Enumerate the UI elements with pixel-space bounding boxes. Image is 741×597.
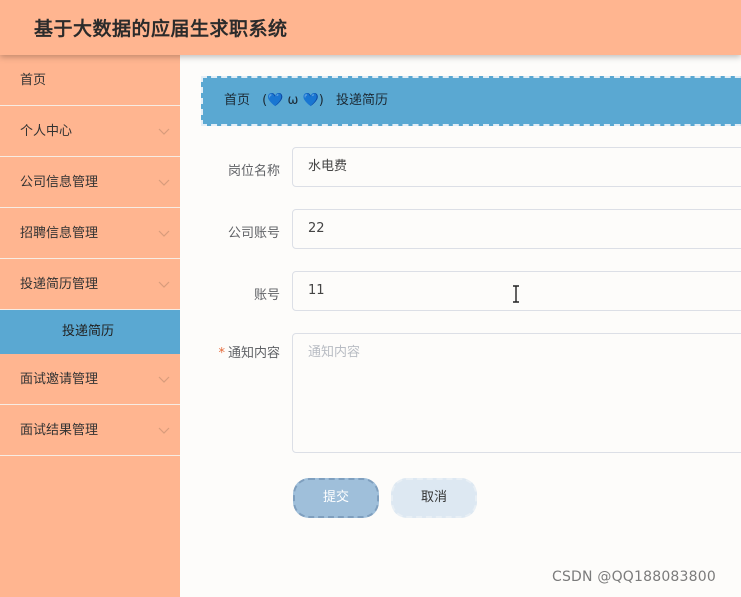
notification-content-label: * 通知内容: [218, 342, 280, 361]
chevron-down-icon: [158, 405, 170, 456]
company-account-label: 公司账号: [227, 226, 280, 241]
chevron-down-icon: [158, 106, 170, 157]
submit-button[interactable]: 提交: [293, 478, 379, 518]
notification-content-textarea[interactable]: [292, 333, 741, 453]
sidebar-item-home[interactable]: 首页: [0, 55, 180, 106]
breadcrumb-home[interactable]: 首页: [224, 93, 250, 108]
watermark: CSDN @QQ188083800: [552, 569, 716, 585]
cancel-button[interactable]: 取消: [391, 478, 477, 518]
chevron-down-icon: [158, 354, 170, 405]
sidebar-item-interview-invitations[interactable]: 面试邀请管理: [0, 354, 180, 405]
notification-content-label-text: 通知内容: [227, 346, 280, 361]
sidebar-item-recruitment-info[interactable]: 招聘信息管理: [0, 208, 180, 259]
breadcrumb-separator: (💙 ω 💙): [262, 93, 324, 108]
sidebar-item-label: 投递简历管理: [20, 277, 99, 292]
breadcrumb-current: 投递简历: [335, 93, 388, 108]
main-content: 首页 (💙 ω 💙) 投递简历 岗位名称 水电费 公司账号 22 账号 11 *…: [180, 55, 741, 597]
breadcrumb: 首页 (💙 ω 💙) 投递简历: [201, 76, 741, 126]
chevron-down-icon: [158, 208, 170, 259]
sidebar-item-label: 首页: [20, 73, 47, 88]
position-name-input[interactable]: 水电费: [292, 147, 741, 187]
required-asterisk: *: [218, 346, 225, 361]
sidebar-item-resume-management[interactable]: 投递简历管理: [0, 259, 180, 310]
sidebar-item-label: 招聘信息管理: [20, 226, 99, 241]
company-account-input[interactable]: 22: [292, 209, 741, 249]
position-name-label: 岗位名称: [227, 164, 280, 179]
sidebar-item-label: 公司信息管理: [20, 175, 99, 190]
account-label: 账号: [253, 288, 280, 303]
sidebar-item-label: 面试结果管理: [20, 423, 99, 438]
sidebar-item-interview-results[interactable]: 面试结果管理: [0, 405, 180, 456]
text-cursor-icon: [513, 285, 519, 303]
top-header-bar: 基于大数据的应届生求职系统: [0, 0, 741, 55]
sidebar: 首页 个人中心 公司信息管理 招聘信息管理 投递简历管理 投递简历 面试邀请管理…: [0, 55, 180, 597]
chevron-down-icon: [158, 157, 170, 208]
sidebar-subitem-submit-resume[interactable]: 投递简历: [0, 310, 180, 354]
app-title: 基于大数据的应届生求职系统: [34, 18, 288, 40]
sidebar-item-personal-center[interactable]: 个人中心: [0, 106, 180, 157]
sidebar-item-label: 面试邀请管理: [20, 372, 99, 387]
sidebar-item-label: 个人中心: [20, 124, 73, 139]
sidebar-item-company-info[interactable]: 公司信息管理: [0, 157, 180, 208]
chevron-up-icon: [158, 259, 170, 310]
